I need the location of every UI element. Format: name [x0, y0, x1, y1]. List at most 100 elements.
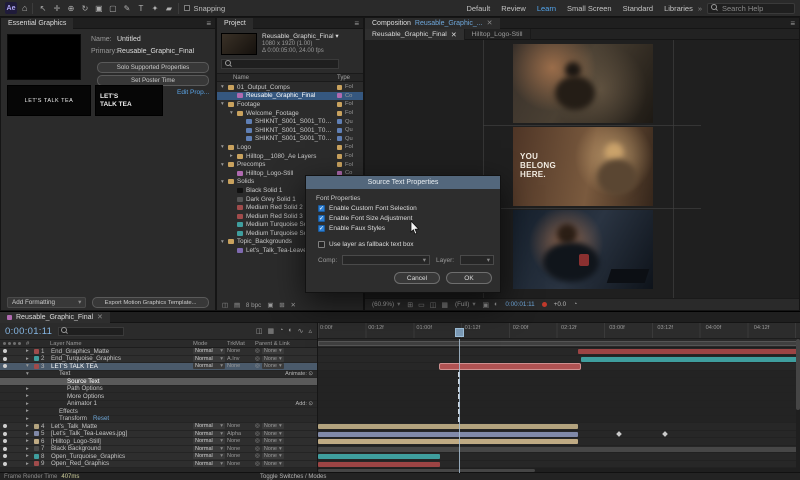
label-color-chip[interactable]	[337, 127, 342, 133]
primary-comp-dropdown[interactable]: Reusable_Graphic_Final	[117, 48, 194, 55]
layer-color-chip[interactable]	[34, 438, 39, 444]
twirl-icon[interactable]: ▾	[221, 162, 228, 168]
project-item[interactable]: ▾ Welcome_Footage Fol	[217, 109, 363, 118]
transparency-grid-icon[interactable]: ◫	[430, 301, 437, 309]
parent-dropdown[interactable]: None ▾	[261, 430, 284, 437]
work-area-bar[interactable]	[318, 341, 800, 346]
layer-name[interactable]: Path Options	[51, 385, 103, 392]
graph-editor-icon[interactable]: ▵	[308, 327, 312, 335]
layer-name[interactable]: [Hilltop_Logo-Still]	[51, 438, 101, 445]
twirl-icon[interactable]: ▾	[221, 239, 228, 245]
timeline-track-lane[interactable]	[318, 385, 800, 393]
checkbox-unchecked-icon[interactable]	[318, 241, 325, 248]
project-item[interactable]: ▾ Precomps Fol	[217, 160, 363, 169]
shape-tool-icon[interactable]: ▢	[108, 4, 117, 13]
resolution-dropdown[interactable]: (Full) ▾	[455, 301, 476, 308]
layer-name[interactable]: Black Background	[51, 445, 101, 452]
reset-link[interactable]: Reset	[93, 415, 109, 422]
item-label[interactable]: Precomps	[237, 161, 335, 168]
layer-name[interactable]: More Options	[51, 393, 104, 400]
track-matte-dropdown[interactable]: None	[227, 453, 255, 459]
twirl-icon[interactable]: ▸	[26, 393, 34, 399]
checkbox-checked-icon[interactable]: ✓	[318, 215, 325, 222]
item-label[interactable]: SHIKNT_S001_S001_T031.mp4	[255, 127, 335, 134]
layer-name[interactable]: End_Turquoise_Graphics	[51, 355, 121, 362]
timeline-track-lane[interactable]	[318, 453, 800, 461]
parent-pickwhip-icon[interactable]: ◎	[255, 446, 260, 452]
blend-mode-dropdown[interactable]: Normal ▾	[193, 445, 225, 452]
layer-duration-bar[interactable]	[318, 446, 800, 452]
cancel-button[interactable]: Cancel	[394, 272, 440, 284]
hide-shy-layers-icon[interactable]: ◔	[279, 327, 283, 335]
parent-dropdown[interactable]: None ▾	[261, 460, 284, 467]
twirl-icon[interactable]: ▸	[26, 438, 34, 444]
type-tool-icon[interactable]: T	[136, 4, 145, 13]
timeline-track-lane[interactable]	[318, 378, 800, 386]
camera-tool-icon[interactable]: ▣	[94, 4, 103, 13]
selected-item-name[interactable]: Reusable_Graphic_Final ▾	[262, 33, 339, 41]
timeline-vertical-scrollbar[interactable]	[796, 339, 800, 468]
timeline-track-lane[interactable]	[318, 460, 800, 468]
twirl-icon[interactable]: ▾	[26, 371, 34, 377]
visibility-eye-icon[interactable]	[3, 349, 7, 354]
column-header-trkmat[interactable]: TrkMat	[227, 341, 255, 347]
close-icon[interactable]: ✕	[451, 31, 457, 39]
item-label[interactable]: Welcome_Footage	[246, 110, 335, 117]
blend-mode-dropdown[interactable]: Normal ▾	[193, 453, 225, 460]
blend-mode-dropdown[interactable]: Normal ▾	[193, 348, 225, 355]
ok-button[interactable]: OK	[446, 272, 492, 284]
parent-pickwhip-icon[interactable]: ◎	[255, 431, 260, 437]
track-matte-dropdown[interactable]: None	[227, 438, 255, 444]
tab-essential-graphics[interactable]: Essential Graphics	[1, 17, 74, 29]
column-header-layer-name[interactable]: Layer Name	[36, 341, 193, 347]
interpret-footage-icon[interactable]: ◫	[222, 302, 228, 309]
playhead-line[interactable]	[458, 339, 460, 473]
visibility-eye-icon[interactable]	[3, 431, 7, 436]
proxy-icon[interactable]: ▤	[234, 302, 240, 309]
viewer-timecode[interactable]: 0:00:01:11	[505, 301, 534, 308]
mask-visibility-icon[interactable]: ▦	[441, 301, 448, 309]
parent-dropdown[interactable]: None ▾	[261, 363, 284, 370]
twirl-icon[interactable]: ▸	[26, 431, 34, 437]
twirl-icon[interactable]: ▸	[26, 408, 34, 414]
puppet-tool-icon[interactable]: ▰	[164, 4, 173, 13]
tab-composition[interactable]: Composition Reusable_Graphic_... ✕	[365, 17, 500, 29]
twirl-icon[interactable]: ▾	[221, 101, 228, 107]
layer-color-chip[interactable]	[34, 431, 39, 437]
layer-duration-bar[interactable]	[578, 349, 800, 354]
fallback-text-box-checkbox-row[interactable]: Use layer as fallback text box	[318, 241, 414, 248]
layer-name[interactable]: Animator 1	[51, 400, 97, 407]
selection-tool-icon[interactable]: ↖	[38, 4, 47, 13]
new-composition-icon[interactable]: ⊞	[279, 302, 284, 309]
parent-pickwhip-icon[interactable]: ◎	[255, 461, 260, 467]
project-item[interactable]: ▾ 01_Output_Comps Fol	[217, 83, 363, 92]
close-icon[interactable]: ✕	[487, 19, 493, 27]
solo-supported-properties-button[interactable]: Solo Supported Properties	[97, 62, 209, 73]
label-color-chip[interactable]	[337, 101, 342, 107]
home-icon[interactable]: ⌂	[22, 3, 27, 13]
workspace-tab[interactable]: Learn	[537, 4, 556, 13]
project-search-field[interactable]	[221, 59, 339, 69]
help-search-field[interactable]: Search Help	[707, 2, 795, 14]
item-label[interactable]: Reusable_Graphic_Final	[246, 92, 335, 99]
project-item[interactable]: Reusable_Graphic_Final Co	[217, 91, 363, 101]
layer-duration-bar[interactable]	[318, 439, 579, 444]
playhead-handle[interactable]	[454, 328, 464, 337]
comp-tab-reusable-graphic-final[interactable]: Reusable_Graphic_Final ✕	[365, 29, 465, 40]
project-item[interactable]: SHIKNT_S001_S001_T031.mp4 Qu	[217, 126, 363, 135]
project-item[interactable]: SHIKNT_S001_S001_T006.mp4 Qu	[217, 117, 363, 126]
twirl-icon[interactable]: ▸	[26, 453, 34, 459]
comp-tab-hilltop-logo-still[interactable]: Hilltop_Logo-Still	[465, 29, 531, 40]
twirl-icon[interactable]: ▸	[26, 423, 34, 429]
track-matte-dropdown[interactable]: None	[227, 423, 255, 429]
comp-mini-flowchart-icon[interactable]: ◫	[256, 327, 263, 335]
twirl-icon[interactable]: ▸	[26, 446, 34, 452]
layer-duration-bar[interactable]	[318, 461, 441, 467]
timeline-track-lane[interactable]	[318, 348, 800, 356]
workspace-tab[interactable]: Small Screen	[567, 4, 612, 13]
animate-add-control[interactable]: Animate: ⊙	[285, 371, 313, 377]
toggle-switches-modes-button[interactable]: Toggle Switches / Modes	[260, 474, 326, 480]
layer-name[interactable]: [Let's_Talk_Tea-Leaves.jpg]	[51, 430, 127, 437]
workspace-tab[interactable]: Default	[466, 4, 490, 13]
layer-name[interactable]: Transform	[51, 415, 87, 422]
